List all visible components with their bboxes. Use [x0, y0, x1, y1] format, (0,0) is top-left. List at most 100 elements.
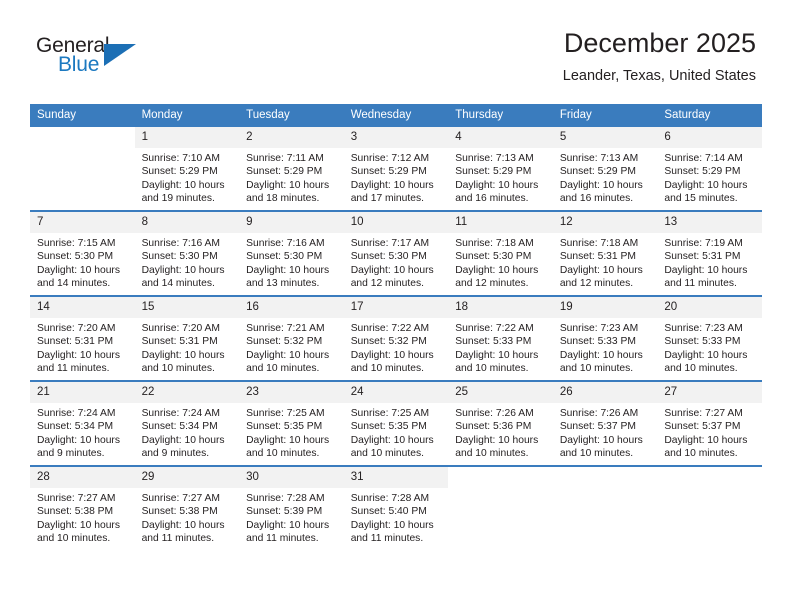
- day-number: 28: [30, 467, 135, 488]
- calendar-day-cell[interactable]: 17 Sunrise: 7:22 AM Sunset: 5:32 PM Dayl…: [343, 295, 449, 381]
- daylight-text-line1: Daylight: 10 hours: [246, 519, 330, 531]
- calendar-day-cell[interactable]: 5 Sunrise: 7:13 AM Sunset: 5:29 PM Dayli…: [552, 127, 658, 211]
- daylight-text-line1: Daylight: 10 hours: [246, 179, 330, 191]
- sunrise-text: Sunrise: 7:24 AM: [37, 408, 116, 419]
- calendar-day-cell[interactable]: 28 Sunrise: 7:27 AM Sunset: 5:38 PM Dayl…: [30, 465, 135, 550]
- daylight-text-line1: Daylight: 10 hours: [37, 434, 120, 446]
- calendar-day-cell[interactable]: 24 Sunrise: 7:25 AM Sunset: 5:35 PM Dayl…: [343, 380, 449, 466]
- daylight-text-line2: and 12 minutes.: [559, 278, 634, 290]
- daylight-text-line2: and 10 minutes.: [246, 448, 320, 460]
- day-details: Sunrise: 7:10 AM Sunset: 5:29 PM Dayligh…: [135, 148, 240, 206]
- sunrise-text: Sunrise: 7:13 AM: [455, 153, 534, 164]
- daylight-text-line1: Daylight: 10 hours: [455, 179, 539, 191]
- calendar-day-cell[interactable]: 16 Sunrise: 7:21 AM Sunset: 5:32 PM Dayl…: [239, 295, 344, 381]
- daylight-text-line2: and 10 minutes.: [455, 363, 529, 375]
- day-number: 14: [30, 297, 135, 318]
- calendar-day-cell[interactable]: 12 Sunrise: 7:18 AM Sunset: 5:31 PM Dayl…: [552, 210, 658, 296]
- calendar-week-row: 1 Sunrise: 7:10 AM Sunset: 5:29 PM Dayli…: [30, 127, 762, 211]
- sunset-text: Sunset: 5:29 PM: [141, 166, 218, 178]
- calendar-day-cell[interactable]: 14 Sunrise: 7:20 AM Sunset: 5:31 PM Dayl…: [30, 295, 135, 381]
- daylight-text-line2: and 13 minutes.: [246, 278, 320, 290]
- daylight-text-line2: and 10 minutes.: [350, 363, 424, 375]
- calendar-day-cell[interactable]: 15 Sunrise: 7:20 AM Sunset: 5:31 PM Dayl…: [134, 295, 240, 381]
- day-details: Sunrise: 7:27 AM Sunset: 5:38 PM Dayligh…: [30, 488, 135, 546]
- calendar-week-row: 14 Sunrise: 7:20 AM Sunset: 5:31 PM Dayl…: [30, 295, 762, 381]
- weekday-header-thursday: Thursday: [448, 104, 553, 127]
- daylight-text-line1: Daylight: 10 hours: [455, 349, 539, 361]
- calendar-day-cell[interactable]: 10 Sunrise: 7:17 AM Sunset: 5:30 PM Dayl…: [343, 210, 449, 296]
- sunrise-text: Sunrise: 7:25 AM: [350, 408, 430, 419]
- calendar-day-cell[interactable]: 20 Sunrise: 7:23 AM Sunset: 5:33 PM Dayl…: [657, 295, 762, 381]
- location-subtitle: Leander, Texas, United States: [562, 68, 756, 84]
- daylight-text-line1: Daylight: 10 hours: [246, 434, 330, 446]
- daylight-text-line1: Daylight: 10 hours: [664, 264, 748, 276]
- day-details: Sunrise: 7:11 AM Sunset: 5:29 PM Dayligh…: [239, 148, 344, 206]
- day-number: 11: [448, 212, 553, 233]
- day-details: Sunrise: 7:15 AM Sunset: 5:30 PM Dayligh…: [30, 233, 135, 291]
- calendar-day-cell[interactable]: 26 Sunrise: 7:26 AM Sunset: 5:37 PM Dayl…: [552, 380, 658, 466]
- calendar-day-cell[interactable]: 27 Sunrise: 7:27 AM Sunset: 5:37 PM Dayl…: [657, 380, 762, 466]
- calendar-week-row: 21 Sunrise: 7:24 AM Sunset: 5:34 PM Dayl…: [30, 380, 762, 466]
- sunrise-text: Sunrise: 7:28 AM: [350, 493, 430, 504]
- day-number: [553, 467, 658, 488]
- calendar-day-cell[interactable]: 11 Sunrise: 7:18 AM Sunset: 5:30 PM Dayl…: [448, 210, 553, 296]
- day-details: Sunrise: 7:16 AM Sunset: 5:30 PM Dayligh…: [135, 233, 240, 291]
- sunset-text: Sunset: 5:34 PM: [141, 421, 218, 433]
- sunrise-text: Sunrise: 7:26 AM: [559, 408, 639, 419]
- day-details: Sunrise: 7:20 AM Sunset: 5:31 PM Dayligh…: [30, 318, 135, 376]
- calendar-day-cell[interactable]: 19 Sunrise: 7:23 AM Sunset: 5:33 PM Dayl…: [552, 295, 658, 381]
- day-details: Sunrise: 7:21 AM Sunset: 5:32 PM Dayligh…: [239, 318, 344, 376]
- daylight-text-line2: and 10 minutes.: [664, 448, 738, 460]
- daylight-text-line1: Daylight: 10 hours: [141, 349, 225, 361]
- sunset-text: Sunset: 5:29 PM: [559, 166, 636, 178]
- sunset-text: Sunset: 5:35 PM: [350, 421, 427, 433]
- daylight-text-line1: Daylight: 10 hours: [350, 519, 434, 531]
- calendar-week-row: 28 Sunrise: 7:27 AM Sunset: 5:38 PM Dayl…: [30, 465, 762, 550]
- daylight-text-line2: and 10 minutes.: [559, 448, 634, 460]
- sunset-text: Sunset: 5:33 PM: [664, 336, 741, 348]
- sunset-text: Sunset: 5:36 PM: [455, 421, 532, 433]
- calendar-day-cell[interactable]: 7 Sunrise: 7:15 AM Sunset: 5:30 PM Dayli…: [30, 210, 135, 296]
- calendar-day-cell[interactable]: 1 Sunrise: 7:10 AM Sunset: 5:29 PM Dayli…: [134, 127, 240, 211]
- calendar-week-row: 7 Sunrise: 7:15 AM Sunset: 5:30 PM Dayli…: [30, 210, 762, 296]
- calendar-day-cell[interactable]: 21 Sunrise: 7:24 AM Sunset: 5:34 PM Dayl…: [30, 380, 135, 466]
- general-blue-logo: General Blue: [36, 34, 156, 82]
- daylight-text-line2: and 14 minutes.: [37, 278, 111, 290]
- calendar-day-cell[interactable]: 6 Sunrise: 7:14 AM Sunset: 5:29 PM Dayli…: [657, 127, 762, 211]
- calendar-day-cell[interactable]: 9 Sunrise: 7:16 AM Sunset: 5:30 PM Dayli…: [239, 210, 344, 296]
- calendar-day-cell[interactable]: 8 Sunrise: 7:16 AM Sunset: 5:30 PM Dayli…: [134, 210, 240, 296]
- calendar-day-cell[interactable]: 30 Sunrise: 7:28 AM Sunset: 5:39 PM Dayl…: [239, 465, 344, 550]
- day-number: 10: [343, 212, 449, 233]
- calendar-page: General Blue December 2025 Leander, Texa…: [0, 0, 792, 612]
- calendar-day-cell[interactable]: 25 Sunrise: 7:26 AM Sunset: 5:36 PM Dayl…: [448, 380, 553, 466]
- daylight-text-line2: and 12 minutes.: [455, 278, 529, 290]
- sunrise-text: Sunrise: 7:10 AM: [141, 153, 220, 164]
- calendar-day-cell[interactable]: 23 Sunrise: 7:25 AM Sunset: 5:35 PM Dayl…: [239, 380, 344, 466]
- daylight-text-line2: and 11 minutes.: [350, 533, 424, 545]
- daylight-text-line1: Daylight: 10 hours: [37, 349, 120, 361]
- daylight-text-line1: Daylight: 10 hours: [246, 264, 330, 276]
- weekday-header-friday: Friday: [552, 104, 658, 127]
- calendar-day-cell[interactable]: 13 Sunrise: 7:19 AM Sunset: 5:31 PM Dayl…: [657, 210, 762, 296]
- daylight-text-line2: and 10 minutes.: [664, 363, 738, 375]
- daylight-text-line1: Daylight: 10 hours: [664, 434, 748, 446]
- day-details: Sunrise: 7:17 AM Sunset: 5:30 PM Dayligh…: [344, 233, 449, 291]
- daylight-text-line2: and 16 minutes.: [455, 193, 529, 205]
- day-number: 23: [239, 382, 344, 403]
- calendar-day-cell[interactable]: 2 Sunrise: 7:11 AM Sunset: 5:29 PM Dayli…: [239, 127, 344, 211]
- calendar-day-cell[interactable]: 29 Sunrise: 7:27 AM Sunset: 5:38 PM Dayl…: [134, 465, 240, 550]
- calendar-day-cell[interactable]: 22 Sunrise: 7:24 AM Sunset: 5:34 PM Dayl…: [134, 380, 240, 466]
- daylight-text-line2: and 11 minutes.: [141, 533, 215, 545]
- daylight-text-line1: Daylight: 10 hours: [350, 179, 434, 191]
- page-title: December 2025: [563, 28, 756, 58]
- day-details: Sunrise: 7:26 AM Sunset: 5:37 PM Dayligh…: [553, 403, 658, 461]
- day-number: 31: [343, 467, 449, 488]
- calendar-day-cell[interactable]: 18 Sunrise: 7:22 AM Sunset: 5:33 PM Dayl…: [448, 295, 553, 381]
- calendar-day-cell[interactable]: 3 Sunrise: 7:12 AM Sunset: 5:29 PM Dayli…: [343, 127, 449, 211]
- sunset-text: Sunset: 5:30 PM: [141, 251, 218, 263]
- day-details: Sunrise: 7:26 AM Sunset: 5:36 PM Dayligh…: [448, 403, 553, 461]
- daylight-text-line2: and 18 minutes.: [246, 193, 320, 205]
- calendar-day-cell[interactable]: 31 Sunrise: 7:28 AM Sunset: 5:40 PM Dayl…: [343, 465, 449, 550]
- daylight-text-line1: Daylight: 10 hours: [141, 434, 225, 446]
- calendar-day-cell[interactable]: 4 Sunrise: 7:13 AM Sunset: 5:29 PM Dayli…: [448, 127, 553, 211]
